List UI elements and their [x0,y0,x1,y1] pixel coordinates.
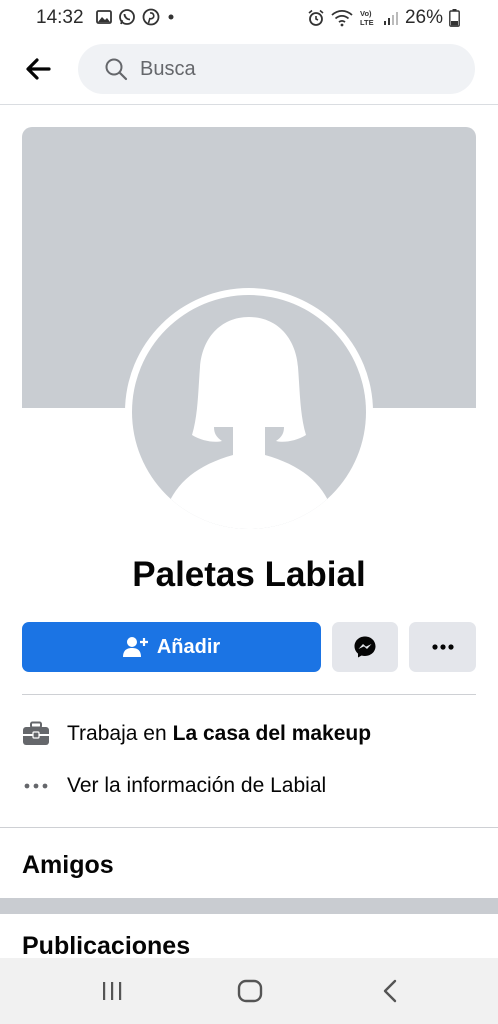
divider [22,694,476,695]
posts-section-title: Publicaciones [22,932,191,960]
gallery-icon [96,10,112,24]
home-icon [237,979,263,1003]
avatar [132,295,366,529]
battery-icon [449,9,460,27]
svg-text:LTE: LTE [360,18,374,27]
recent-apps-icon [103,982,122,1000]
section-separator [0,898,498,914]
arrow-left-icon [26,58,51,80]
status-time: 14:32 [36,7,84,28]
about-info-row[interactable]: Ver la información de Labial [22,772,476,800]
more-dots-icon [431,644,454,650]
alarm-icon [308,9,324,26]
chevron-left-icon [383,979,397,1003]
work-info-row: Trabaja en La casa del makeup [22,720,476,748]
profile-name: Paletas Labial [132,555,366,594]
pinterest-icon [142,8,160,26]
home-button[interactable] [230,974,270,1008]
search-icon [104,57,128,81]
notification-icons [96,8,176,26]
profile-picture[interactable] [125,288,373,536]
add-friend-label: Añadir [156,635,221,658]
add-friend-button[interactable]: Añadir [22,622,321,672]
back-button[interactable] [18,51,58,87]
nav-back-button[interactable] [370,974,410,1008]
signal-icon [383,12,398,25]
whatsapp-icon [119,9,135,25]
more-dots-icon [22,772,50,800]
svg-text:Vo): Vo) [360,9,372,18]
messenger-icon [354,636,376,658]
about-label: Ver la información de Labial [67,774,327,797]
search-input[interactable] [138,56,442,82]
work-prefix: Trabaja en [67,722,167,745]
add-friend-icon [122,637,148,657]
system-nav-bar [0,958,498,1024]
more-options-button[interactable] [409,622,476,672]
messenger-button[interactable] [332,622,398,672]
friends-section-title[interactable]: Amigos [22,851,114,880]
default-female-avatar-icon [162,317,336,529]
search-bar[interactable] [78,44,475,94]
volte-icon: Vo)LTE [360,9,374,27]
divider [0,827,498,828]
top-bar [0,34,498,105]
system-icons: Vo) LTE 26% [307,7,460,29]
wifi-icon [331,9,353,27]
recent-apps-button[interactable] [92,974,132,1008]
work-place-link[interactable]: La casa del makeup [173,722,371,746]
dot-icon [168,14,174,20]
briefcase-icon [22,720,50,748]
battery-level: 26% [404,7,443,28]
status-bar: 14:32 Vo) LTE 26% [0,0,498,34]
